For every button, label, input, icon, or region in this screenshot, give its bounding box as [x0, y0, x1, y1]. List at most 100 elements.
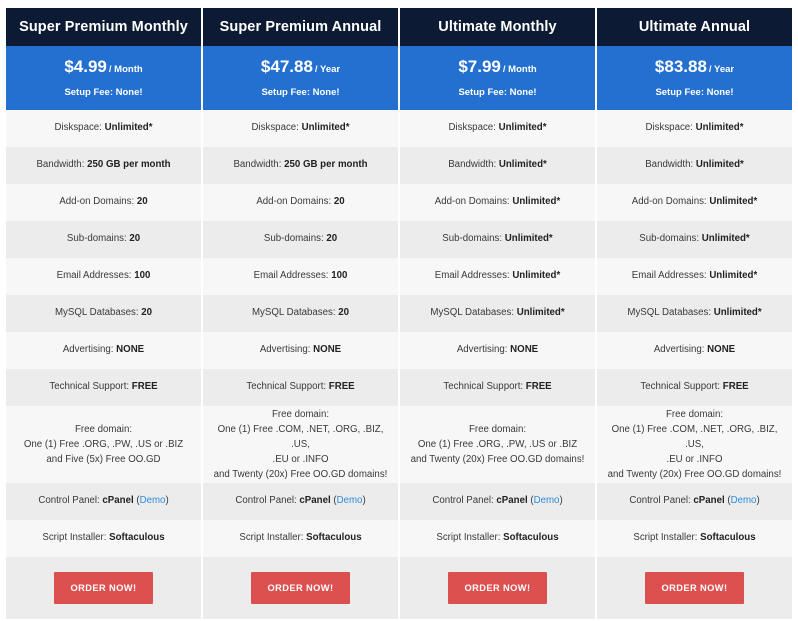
order-cell-1: ORDER NOW!: [203, 557, 400, 619]
order-buttons-row: ORDER NOW! ORDER NOW! ORDER NOW! ORDER N…: [6, 557, 792, 619]
feature-cell-mysql-databases-0: MySQL Databases: 20: [6, 295, 203, 332]
free-domain-line-1-0: One (1) Free .COM, .NET, .ORG, .BIZ, .US…: [217, 423, 384, 450]
feature-cell-sub-domains-2: Sub-domains: Unlimited*: [400, 221, 597, 258]
feature-value-sub-domains-1: 20: [326, 233, 338, 245]
feature-cell-diskspace-1: Diskspace: Unlimited*: [203, 110, 400, 147]
order-cell-0: ORDER NOW!: [6, 557, 203, 619]
script-installer-label-0: Script Installer:: [42, 532, 107, 544]
plan-header-0: Super Premium Monthly: [6, 8, 203, 46]
feature-label-advertising-0: Advertising:: [62, 344, 114, 356]
control-panel-value-2: cPanel: [496, 495, 528, 507]
free-domain-line-3-2: and Twenty (20x) Free OO.GD domains!: [607, 469, 782, 481]
feature-value-advertising-2: NONE: [510, 344, 539, 356]
feature-value-mysql-databases-1: 20: [338, 307, 350, 319]
feature-cell-diskspace-3: Diskspace: Unlimited*: [597, 110, 792, 147]
feature-label-advertising-3: Advertising:: [653, 344, 705, 356]
feature-label-addon-domains-2: Add-on Domains:: [434, 196, 510, 208]
feature-cell-sub-domains-3: Sub-domains: Unlimited*: [597, 221, 792, 258]
feature-value-addon-domains-0: 20: [136, 196, 148, 208]
feature-label-sub-domains-2: Sub-domains:: [442, 233, 503, 245]
price-line-3: $83.88/ Year: [655, 58, 734, 75]
control-panel-label-1: Control Panel:: [235, 495, 297, 507]
cpanel-demo-link-0[interactable]: Demo: [140, 494, 166, 508]
free-domain-cell-3: Free domain: One (1) Free .COM, .NET, .O…: [597, 406, 792, 483]
feature-row-technical-support: Technical Support: FREE Technical Support…: [6, 369, 792, 406]
feature-value-diskspace-2: Unlimited*: [498, 122, 547, 134]
feature-label-diskspace-0: Diskspace:: [54, 122, 102, 134]
free-domain-title-1: Free domain:: [271, 408, 330, 420]
demo-paren-close-1: ): [362, 495, 366, 507]
feature-value-diskspace-0: Unlimited*: [104, 122, 153, 134]
feature-cell-advertising-3: Advertising: NONE: [597, 332, 792, 369]
order-now-button-1[interactable]: ORDER NOW!: [250, 572, 351, 604]
feature-rows: Diskspace: Unlimited* Diskspace: Unlimite…: [6, 110, 792, 406]
feature-cell-bandwidth-2: Bandwidth: Unlimited*: [400, 147, 597, 184]
order-now-button-2[interactable]: ORDER NOW!: [447, 572, 548, 604]
control-panel-label-3: Control Panel:: [629, 495, 691, 507]
feature-cell-technical-support-1: Technical Support: FREE: [203, 369, 400, 406]
price-line-2: $7.99/ Month: [458, 58, 536, 75]
feature-cell-technical-support-0: Technical Support: FREE: [6, 369, 203, 406]
feature-label-email-addresses-2: Email Addresses:: [434, 270, 510, 282]
feature-label-bandwidth-2: Bandwidth:: [448, 159, 497, 171]
feature-value-email-addresses-2: Unlimited*: [512, 270, 561, 282]
control-panel-value-3: cPanel: [693, 495, 725, 507]
feature-label-email-addresses-3: Email Addresses:: [631, 270, 707, 282]
script-installer-cell-0: Script Installer: Softaculous: [6, 520, 203, 557]
plan-price-2: $7.99/ Month Setup Fee: None!: [400, 46, 597, 110]
feature-cell-technical-support-2: Technical Support: FREE: [400, 369, 597, 406]
feature-cell-email-addresses-2: Email Addresses: Unlimited*: [400, 258, 597, 295]
feature-cell-diskspace-0: Diskspace: Unlimited*: [6, 110, 203, 147]
feature-value-email-addresses-0: 100: [134, 270, 151, 282]
feature-value-technical-support-0: FREE: [131, 381, 158, 393]
plan-price-3: $83.88/ Year Setup Fee: None!: [597, 46, 792, 110]
feature-row-addon-domains: Add-on Domains: 20 Add-on Domains: 20 Add-…: [6, 184, 792, 221]
feature-value-diskspace-3: Unlimited*: [695, 122, 744, 134]
control-panel-value-0: cPanel: [102, 495, 134, 507]
price-amount-2: $7.99: [458, 57, 501, 77]
control-panel-label-0: Control Panel:: [38, 495, 100, 507]
feature-value-sub-domains-2: Unlimited*: [504, 233, 553, 245]
feature-value-bandwidth-1: 250 GB per month: [284, 159, 368, 171]
feature-value-addon-domains-3: Unlimited*: [709, 196, 758, 208]
free-domain-line-1-2: and Twenty (20x) Free OO.GD domains!: [213, 469, 388, 481]
feature-label-technical-support-1: Technical Support:: [246, 381, 327, 393]
plan-price-1: $47.88/ Year Setup Fee: None!: [203, 46, 400, 110]
price-period-3: / Year: [708, 64, 735, 76]
control-panel-label-2: Control Panel:: [432, 495, 494, 507]
free-domain-cell-0: Free domain: One (1) Free .ORG, .PW, .US…: [6, 406, 203, 483]
feature-label-technical-support-0: Technical Support:: [49, 381, 130, 393]
setup-fee-3: Setup Fee: None!: [655, 87, 734, 99]
feature-label-addon-domains-1: Add-on Domains:: [256, 196, 332, 208]
feature-cell-email-addresses-1: Email Addresses: 100: [203, 258, 400, 295]
pricing-table: Super Premium Monthly Super Premium Annu…: [0, 0, 798, 621]
cpanel-demo-link-2[interactable]: Demo: [534, 494, 560, 508]
feature-cell-addon-domains-3: Add-on Domains: Unlimited*: [597, 184, 792, 221]
feature-cell-diskspace-2: Diskspace: Unlimited*: [400, 110, 597, 147]
feature-cell-bandwidth-0: Bandwidth: 250 GB per month: [6, 147, 203, 184]
feature-label-diskspace-1: Diskspace:: [251, 122, 299, 134]
feature-cell-advertising-0: Advertising: NONE: [6, 332, 203, 369]
price-line-1: $47.88/ Year: [261, 58, 340, 75]
free-domain-cell-2: Free domain: One (1) Free .ORG, .PW, .US…: [400, 406, 597, 483]
script-installer-value-1: Softaculous: [306, 532, 362, 544]
feature-value-sub-domains-3: Unlimited*: [701, 233, 750, 245]
cpanel-demo-link-3[interactable]: Demo: [731, 494, 757, 508]
feature-label-technical-support-3: Technical Support:: [640, 381, 721, 393]
script-installer-value-3: Softaculous: [700, 532, 756, 544]
feature-cell-mysql-databases-2: MySQL Databases: Unlimited*: [400, 295, 597, 332]
feature-row-script-installer: Script Installer: Softaculous Script Ins…: [6, 520, 792, 557]
feature-cell-sub-domains-0: Sub-domains: 20: [6, 221, 203, 258]
feature-cell-addon-domains-2: Add-on Domains: Unlimited*: [400, 184, 597, 221]
plan-price-0: $4.99/ Month Setup Fee: None!: [6, 46, 203, 110]
order-now-button-3[interactable]: ORDER NOW!: [644, 572, 745, 604]
feature-row-bandwidth: Bandwidth: 250 GB per month Bandwidth: 25…: [6, 147, 792, 184]
feature-value-email-addresses-3: Unlimited*: [709, 270, 758, 282]
feature-cell-addon-domains-1: Add-on Domains: 20: [203, 184, 400, 221]
cpanel-demo-link-1[interactable]: Demo: [337, 494, 363, 508]
feature-label-advertising-2: Advertising:: [456, 344, 508, 356]
order-now-button-0[interactable]: ORDER NOW!: [53, 572, 154, 604]
script-installer-cell-2: Script Installer: Softaculous: [400, 520, 597, 557]
feature-label-bandwidth-3: Bandwidth:: [645, 159, 694, 171]
feature-label-bandwidth-0: Bandwidth:: [36, 159, 85, 171]
